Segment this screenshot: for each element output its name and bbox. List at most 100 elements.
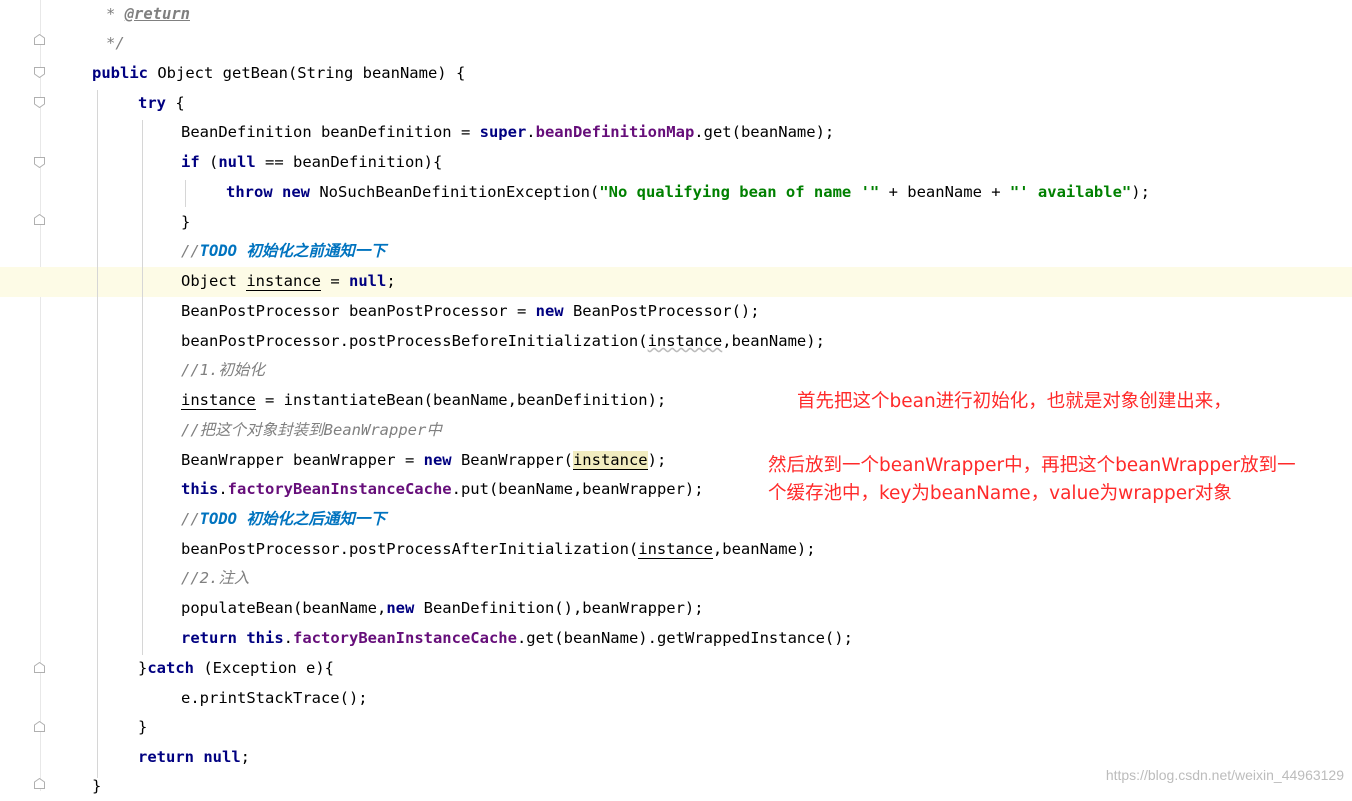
code-line[interactable]: throw new NoSuchBeanDefinitionException(… <box>226 177 1150 207</box>
code-token: beanDefinitionMap <box>535 123 695 141</box>
code-token: ,beanName); <box>722 332 825 350</box>
fold-marker-icon[interactable] <box>34 34 45 45</box>
annotation-note: 个缓存池中，key为beanName，value为wrapper对象 <box>768 483 1232 504</box>
fold-marker-icon[interactable] <box>34 157 45 168</box>
code-line[interactable]: beanPostProcessor.postProcessAfterInitia… <box>181 534 816 564</box>
code-token: //2.注入 <box>181 569 250 587</box>
code-token: BeanWrapper( <box>451 451 573 469</box>
code-line[interactable]: return null; <box>138 742 250 772</box>
code-line[interactable]: //2.注入 <box>181 563 249 593</box>
code-token: "No qualifying bean of name '" <box>599 183 880 201</box>
code-token: } <box>92 777 102 795</box>
code-token: NoSuchBeanDefinitionException( <box>310 183 600 201</box>
code-line[interactable]: //TODO 初始化之前通知一下 <box>181 236 386 266</box>
code-token: instance <box>246 272 321 291</box>
code-line[interactable]: try { <box>138 88 185 118</box>
code-token: null <box>348 272 387 290</box>
code-line[interactable]: BeanDefinition beanDefinition = super.be… <box>181 117 834 147</box>
code-line[interactable]: //1.初始化 <box>181 355 265 385</box>
code-token: return null <box>138 748 241 766</box>
code-token: new <box>386 599 415 617</box>
code-token: factoryBeanInstanceCache <box>227 480 452 498</box>
code-line[interactable]: e.printStackTrace(); <box>181 683 368 713</box>
code-token: try <box>138 94 166 112</box>
code-token: BeanDefinition(),beanWrapper); <box>414 599 704 617</box>
code-token: = <box>320 272 349 290</box>
code-token: ; <box>240 748 250 766</box>
fold-marker-icon[interactable] <box>34 662 45 673</box>
code-token: super <box>479 123 527 141</box>
code-token: .get(beanName).getWrappedInstance(); <box>516 629 853 647</box>
code-token: (Exception e){ <box>194 659 334 677</box>
fold-marker-icon[interactable] <box>34 97 45 108</box>
code-line[interactable]: BeanPostProcessor beanPostProcessor = ne… <box>181 296 760 326</box>
code-token: TODO 初始化之后通知一下 <box>199 510 386 528</box>
fold-marker-icon[interactable] <box>34 721 45 732</box>
code-token: } <box>181 213 191 231</box>
code-line[interactable]: //把这个对象封装到BeanWrapper中 <box>181 415 442 445</box>
code-token: e.printStackTrace(); <box>181 689 368 707</box>
fold-marker-icon[interactable] <box>34 67 45 78</box>
code-token: @return <box>124 5 190 23</box>
code-line[interactable]: } <box>181 207 190 237</box>
code-token: this <box>181 480 219 498</box>
code-line[interactable]: } <box>138 712 147 742</box>
code-token: + beanName + <box>879 183 1010 201</box>
indent-guide <box>97 90 98 778</box>
code-token: beanPostProcessor.postProcessBeforeIniti… <box>181 332 648 350</box>
code-line[interactable]: //TODO 初始化之后通知一下 <box>181 504 386 534</box>
indent-guide <box>142 120 143 655</box>
code-token: BeanPostProcessor(); <box>563 302 760 320</box>
code-token: } <box>138 659 148 677</box>
code-token: ; <box>386 272 396 290</box>
code-token: catch <box>147 659 195 677</box>
code-line[interactable]: return this.factoryBeanInstanceCache.get… <box>181 623 853 653</box>
code-line[interactable]: instance = instantiateBean(beanName,bean… <box>181 385 666 415</box>
code-line[interactable]: BeanWrapper beanWrapper = new BeanWrappe… <box>181 445 666 475</box>
code-line[interactable]: public Object getBean(String beanName) { <box>92 58 465 88</box>
code-token: new <box>423 451 452 469</box>
code-token: Object getBean(String beanName) { <box>148 64 466 82</box>
code-token: throw new <box>226 183 310 201</box>
code-token: instance <box>572 451 648 470</box>
code-token: "' available" <box>1009 183 1132 201</box>
code-line[interactable]: }catch (Exception e){ <box>138 653 334 683</box>
code-line[interactable]: this.factoryBeanInstanceCache.put(beanNa… <box>181 474 704 504</box>
code-token: null <box>218 153 256 171</box>
code-token: return this <box>181 629 284 647</box>
code-token: .get(beanName); <box>694 123 835 141</box>
code-token: ); <box>1131 183 1150 201</box>
code-token: */ <box>106 34 125 52</box>
code-token: populateBean(beanName, <box>181 599 387 617</box>
code-token: if <box>181 153 200 171</box>
code-token: instance <box>638 540 713 559</box>
code-token: BeanDefinition beanDefinition = <box>181 123 480 141</box>
code-token: //1.初始化 <box>181 361 265 379</box>
watermark: https://blog.csdn.net/weixin_44963129 <box>1105 767 1344 783</box>
code-token: public <box>92 64 148 82</box>
code-token: BeanWrapper beanWrapper = <box>181 451 424 469</box>
code-token: . <box>283 629 293 647</box>
code-line[interactable]: * @return <box>106 0 190 29</box>
code-line[interactable]: */ <box>106 28 125 58</box>
annotation-note: 首先把这个bean进行初始化，也就是对象创建出来， <box>797 391 1232 412</box>
code-token: { <box>166 94 185 112</box>
code-token: // <box>181 510 200 528</box>
annotation-note: 然后放到一个beanWrapper中，再把这个beanWrapper放到一 <box>768 455 1296 476</box>
code-token: instance <box>647 332 723 350</box>
code-line[interactable]: Object instance = null; <box>181 266 396 296</box>
fold-marker-icon[interactable] <box>34 778 45 789</box>
code-token: Object <box>181 272 247 290</box>
code-line[interactable]: if (null == beanDefinition){ <box>181 147 442 177</box>
code-token: instance <box>181 391 256 410</box>
fold-marker-icon[interactable] <box>34 214 45 225</box>
code-token: } <box>138 718 148 736</box>
code-line[interactable]: beanPostProcessor.postProcessBeforeIniti… <box>181 326 825 356</box>
code-line[interactable]: populateBean(beanName,new BeanDefinition… <box>181 593 704 623</box>
code-line[interactable]: } <box>92 771 101 801</box>
code-token: // <box>181 242 200 260</box>
code-token: . <box>526 123 536 141</box>
code-token: * <box>106 5 125 23</box>
code-token: = instantiateBean(beanName,beanDefinitio… <box>255 391 667 409</box>
code-token: //把这个对象封装到BeanWrapper中 <box>181 421 442 439</box>
